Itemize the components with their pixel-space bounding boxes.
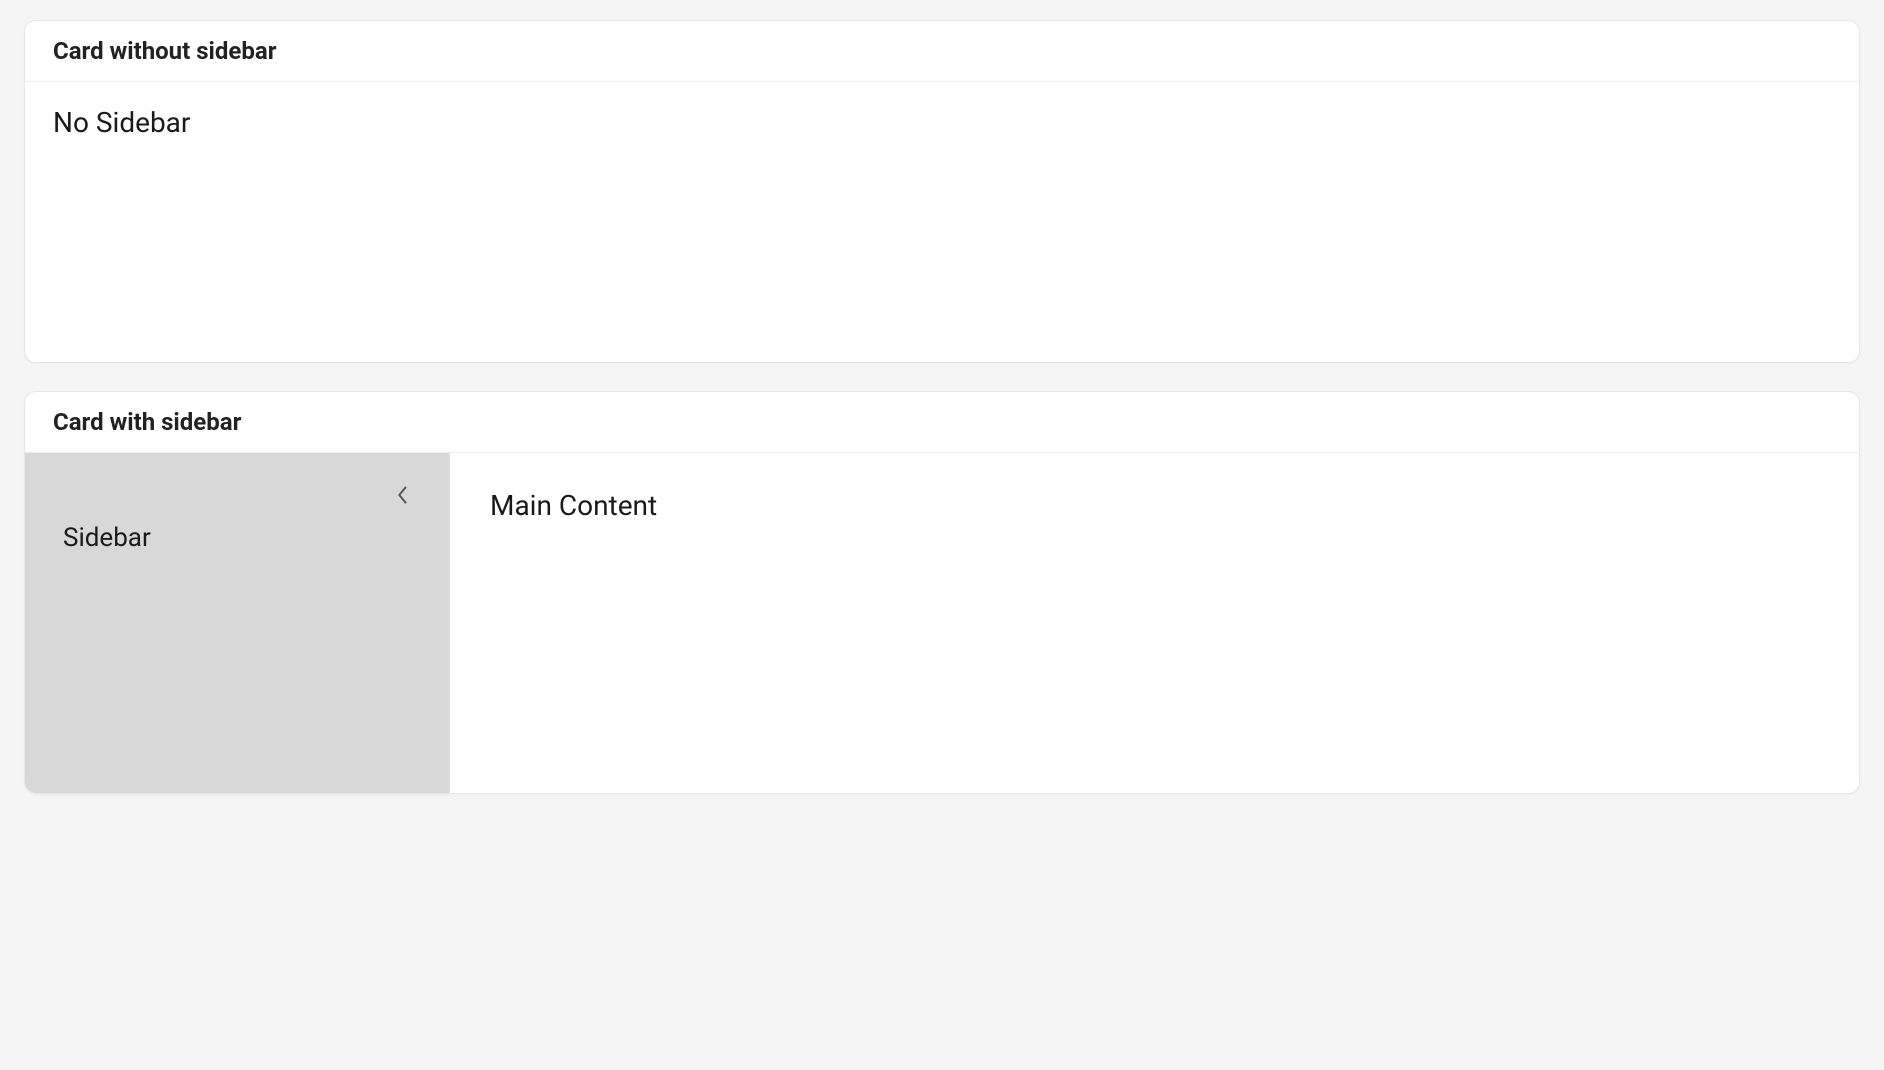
card-header: Card without sidebar [25, 21, 1859, 82]
collapse-sidebar-button[interactable] [389, 481, 417, 509]
main-content-text: Main Content [490, 489, 1819, 522]
sidebar-panel: Sidebar [25, 453, 450, 793]
card-body-text: No Sidebar [53, 106, 1831, 139]
card-header-title: Card without sidebar [53, 37, 1831, 65]
sidebar-text: Sidebar [63, 523, 411, 553]
card-body: Sidebar Main Content [25, 453, 1859, 793]
card-header: Card with sidebar [25, 392, 1859, 453]
card-without-sidebar: Card without sidebar No Sidebar [24, 20, 1860, 363]
card-header-title: Card with sidebar [53, 408, 1831, 436]
chevron-left-icon [395, 485, 411, 505]
card-body: No Sidebar [25, 82, 1859, 362]
main-panel: Main Content [450, 453, 1859, 793]
card-with-sidebar: Card with sidebar Sidebar Main Content [24, 391, 1860, 794]
